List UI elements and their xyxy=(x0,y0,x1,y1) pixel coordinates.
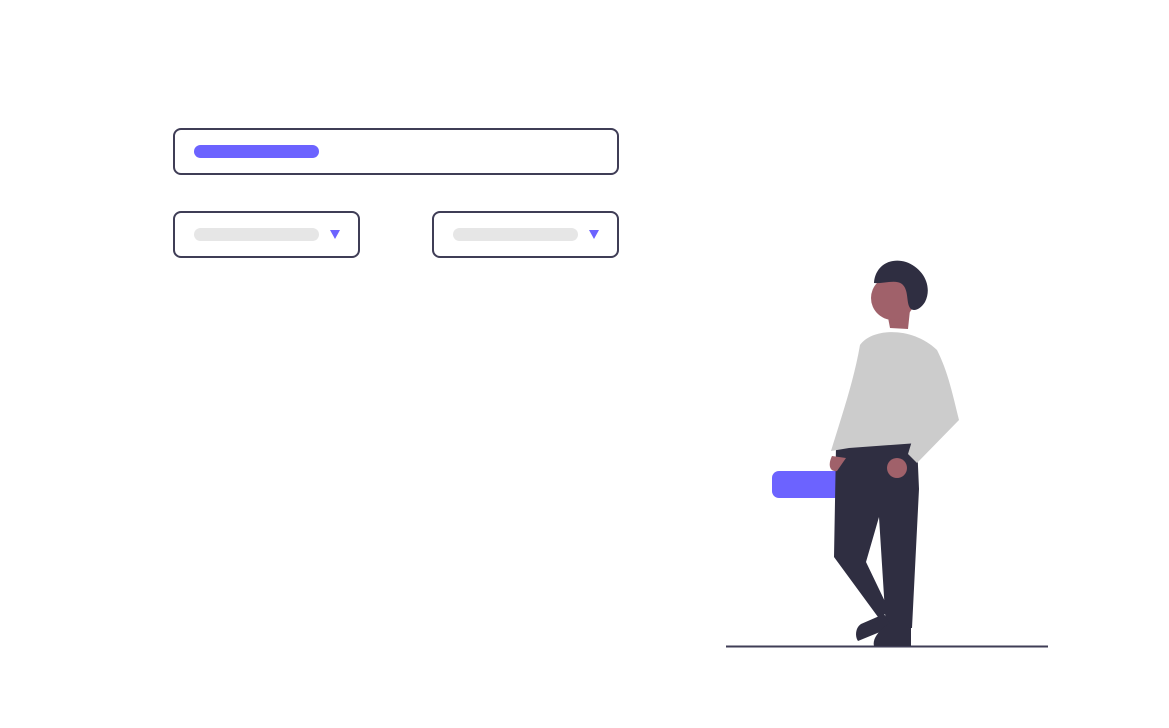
person-illustration xyxy=(726,260,1048,648)
right-hand xyxy=(887,458,907,478)
sweater xyxy=(831,332,959,463)
illustration-stage xyxy=(0,0,1169,728)
